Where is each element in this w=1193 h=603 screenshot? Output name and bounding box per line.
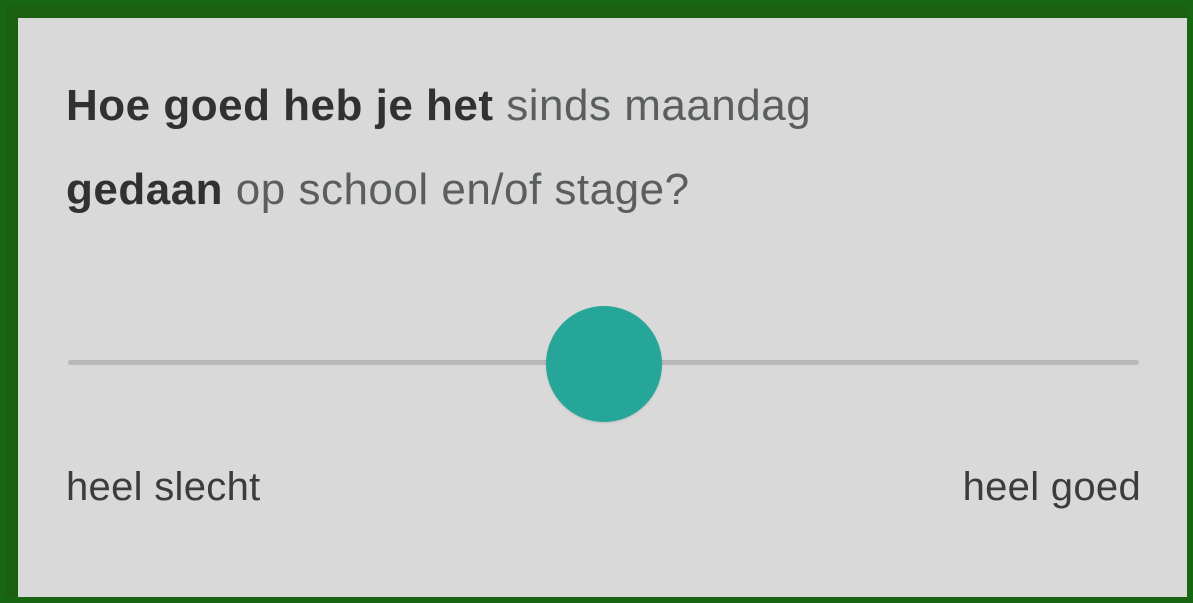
slider-min-label: heel slecht (66, 465, 261, 509)
question-part-2: sinds maandag (493, 81, 812, 130)
frame-border: Hoe goed heb je het sinds maandag gedaan… (0, 0, 1193, 603)
slider-max-label: heel goed (962, 465, 1141, 509)
question-bold-part-3: gedaan (66, 165, 224, 214)
slider-thumb[interactable] (545, 306, 662, 422)
question-bold-part-1: Hoe goed heb je het (66, 81, 494, 130)
question-text: Hoe goed heb je het sinds maandag gedaan… (66, 64, 1066, 232)
question-part-4: op school en/of stage? (223, 165, 690, 214)
question-card: Hoe goed heb je het sinds maandag gedaan… (18, 18, 1187, 597)
